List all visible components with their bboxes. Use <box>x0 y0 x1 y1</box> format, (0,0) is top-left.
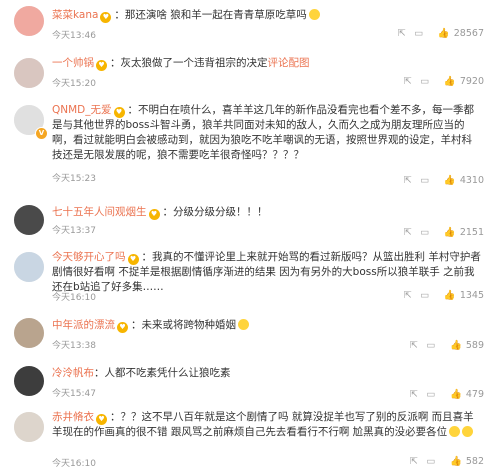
comment-time: 今天16:10 <box>52 459 96 469</box>
comment-actions: ⇱ ▭ 👍 582 <box>407 456 484 467</box>
fan-badge-icon: ♥ <box>96 414 107 425</box>
thumbs-up-icon[interactable]: 👍 <box>443 227 457 238</box>
verified-badge-icon: V <box>35 127 48 140</box>
username-link[interactable]: 中年派的漂流 <box>52 319 115 331</box>
fan-badge-icon: ♥ <box>100 12 112 23</box>
comment-actions: ⇱ ▭ 👍 7920 <box>401 76 484 87</box>
comment-icon[interactable]: ▭ <box>424 456 438 467</box>
share-icon[interactable]: ⇱ <box>401 175 415 186</box>
comment-actions: ⇱ ▭ 👍 28567 <box>395 28 484 39</box>
fan-badge-icon: ♥ <box>113 107 125 118</box>
username-link[interactable]: QNMD_无爱 <box>52 104 112 116</box>
thumbs-up-icon[interactable]: 👍 <box>449 456 463 467</box>
username-link[interactable]: 冷泠帆布 <box>52 367 94 379</box>
username-link[interactable]: 七十五年人间观烟生 <box>52 206 147 218</box>
thinking-emoji-icon <box>238 319 249 330</box>
crying-emoji-icon <box>462 426 474 437</box>
crying-emoji-icon <box>449 426 461 437</box>
comment-time: 今天15:23 <box>52 174 96 184</box>
comment-text-block: 赤井脩衣 ♥ ：？？这不早八百年就是这个剧情了吗 就算没捉羊也写了别的反派啊 而且喜… <box>52 411 474 438</box>
username-link[interactable]: 赤井脩衣 <box>52 411 94 423</box>
avatar[interactable] <box>14 252 44 282</box>
share-icon[interactable]: ⇱ <box>401 76 415 87</box>
fan-badge-icon: ♥ <box>148 209 160 220</box>
share-icon[interactable]: ⇱ <box>395 28 409 39</box>
fan-badge-icon: ♥ <box>127 254 139 265</box>
comment-actions: ⇱ ▭ 👍 1345 <box>401 290 484 301</box>
like-count: 7920 <box>459 76 484 87</box>
username-link[interactable]: 菜菜kana <box>52 9 98 21</box>
comment-text-block: 一个帅锅 ♥ ：灰太狼做了一个违背祖宗的决定评论配图 <box>52 57 310 71</box>
like-count: 2151 <box>459 227 484 238</box>
comment-actions: ⇱ ▭ 👍 2151 <box>401 227 484 238</box>
comment-icon[interactable]: ▭ <box>412 28 426 39</box>
comment-text-block: 中年派的漂流 ♥ ：未来或将跨物种婚姻 <box>52 318 482 333</box>
share-icon[interactable]: ⇱ <box>407 340 421 351</box>
avatar[interactable] <box>14 58 44 88</box>
comment-text-block: 菜菜kana ♥ ：那还演啥 狼和羊一起在青青草原吃草吗 <box>52 8 482 23</box>
username-link[interactable]: 一个帅锅 <box>52 57 94 69</box>
like-count: 479 <box>465 389 484 400</box>
comment-actions: ⇱ ▭ 👍 589 <box>407 340 484 351</box>
comment-time: 今天15:20 <box>52 79 96 89</box>
laughing-emoji-icon <box>308 9 320 20</box>
comment-icon[interactable]: ▭ <box>418 290 432 301</box>
like-count: 1345 <box>459 290 484 301</box>
comment-feed: 菜菜kana ♥ ：那还演啥 狼和羊一起在青青草原吃草吗 今天13:46 ⇱ ▭ 👍… <box>0 0 500 473</box>
comment-text: 分级分级分级！！！ <box>173 206 268 218</box>
comment-icon[interactable]: ▭ <box>418 227 432 238</box>
share-icon[interactable]: ⇱ <box>401 290 415 301</box>
comment-time: 今天13:38 <box>52 341 96 351</box>
comment-actions: ⇱ ▭ 👍 479 <box>407 389 484 400</box>
comment-icon[interactable]: ▭ <box>418 175 432 186</box>
share-icon[interactable]: ⇱ <box>407 456 421 467</box>
comment-text: 未来或将跨物种婚姻 <box>141 319 237 331</box>
avatar[interactable] <box>14 318 44 348</box>
like-count: 4310 <box>459 175 484 186</box>
comment-time: 今天13:37 <box>52 226 96 236</box>
like-count: 589 <box>465 340 484 351</box>
like-count: 582 <box>465 456 484 467</box>
comment-image-link[interactable]: 评论配图 <box>268 57 310 69</box>
fan-badge-icon: ♥ <box>96 60 107 71</box>
fan-badge-icon: ♥ <box>117 322 128 333</box>
avatar[interactable] <box>14 412 44 442</box>
avatar[interactable] <box>14 6 44 36</box>
like-count: 28567 <box>453 28 484 39</box>
comment-text: 灰太狼做了一个违背祖宗的决定 <box>120 57 268 69</box>
comment-icon[interactable]: ▭ <box>418 76 432 87</box>
comment-time: 今天16:10 <box>52 293 96 303</box>
thumbs-up-icon[interactable]: 👍 <box>449 389 463 400</box>
thumbs-up-icon[interactable]: 👍 <box>443 175 457 186</box>
avatar[interactable] <box>14 205 44 235</box>
share-icon[interactable]: ⇱ <box>401 227 415 238</box>
thumbs-up-icon[interactable]: 👍 <box>437 28 451 39</box>
thumbs-up-icon[interactable]: 👍 <box>443 290 457 301</box>
comment-text: 那还演啥 狼和羊一起在青青草原吃草吗 <box>124 9 307 21</box>
comment-icon[interactable]: ▭ <box>424 340 438 351</box>
comment-actions: ⇱ ▭ 👍 4310 <box>401 175 484 186</box>
comment-text-block: 七十五年人间观烟生 ♥ ：分级分级分级！！！ <box>52 206 268 220</box>
username-link[interactable]: 今天够开心了吗 <box>52 251 126 263</box>
comment-text: 人都不吃素凭什么让狼吃素 <box>104 367 231 379</box>
comment-time: 今天15:47 <box>52 389 96 399</box>
comment-icon[interactable]: ▭ <box>424 389 438 400</box>
thumbs-up-icon[interactable]: 👍 <box>443 76 457 87</box>
comment-text-block: 冷泠帆布：人都不吃素凭什么让狼吃素 <box>52 367 231 379</box>
comment-time: 今天13:46 <box>52 31 96 41</box>
comment-text-block: QNMD_无爱 ♥ ：不明白在喷什么，喜羊羊这几年的新作品没看完也看个差不多，每一季… <box>52 104 475 161</box>
share-icon[interactable]: ⇱ <box>407 389 421 400</box>
avatar[interactable] <box>14 366 44 396</box>
comment-text-block: 今天够开心了吗 ♥ ：我真的不懂评论里上来就开始骂的看过新版吗？从篮出胜利 羊村守护… <box>52 251 481 293</box>
thumbs-up-icon[interactable]: 👍 <box>449 340 463 351</box>
